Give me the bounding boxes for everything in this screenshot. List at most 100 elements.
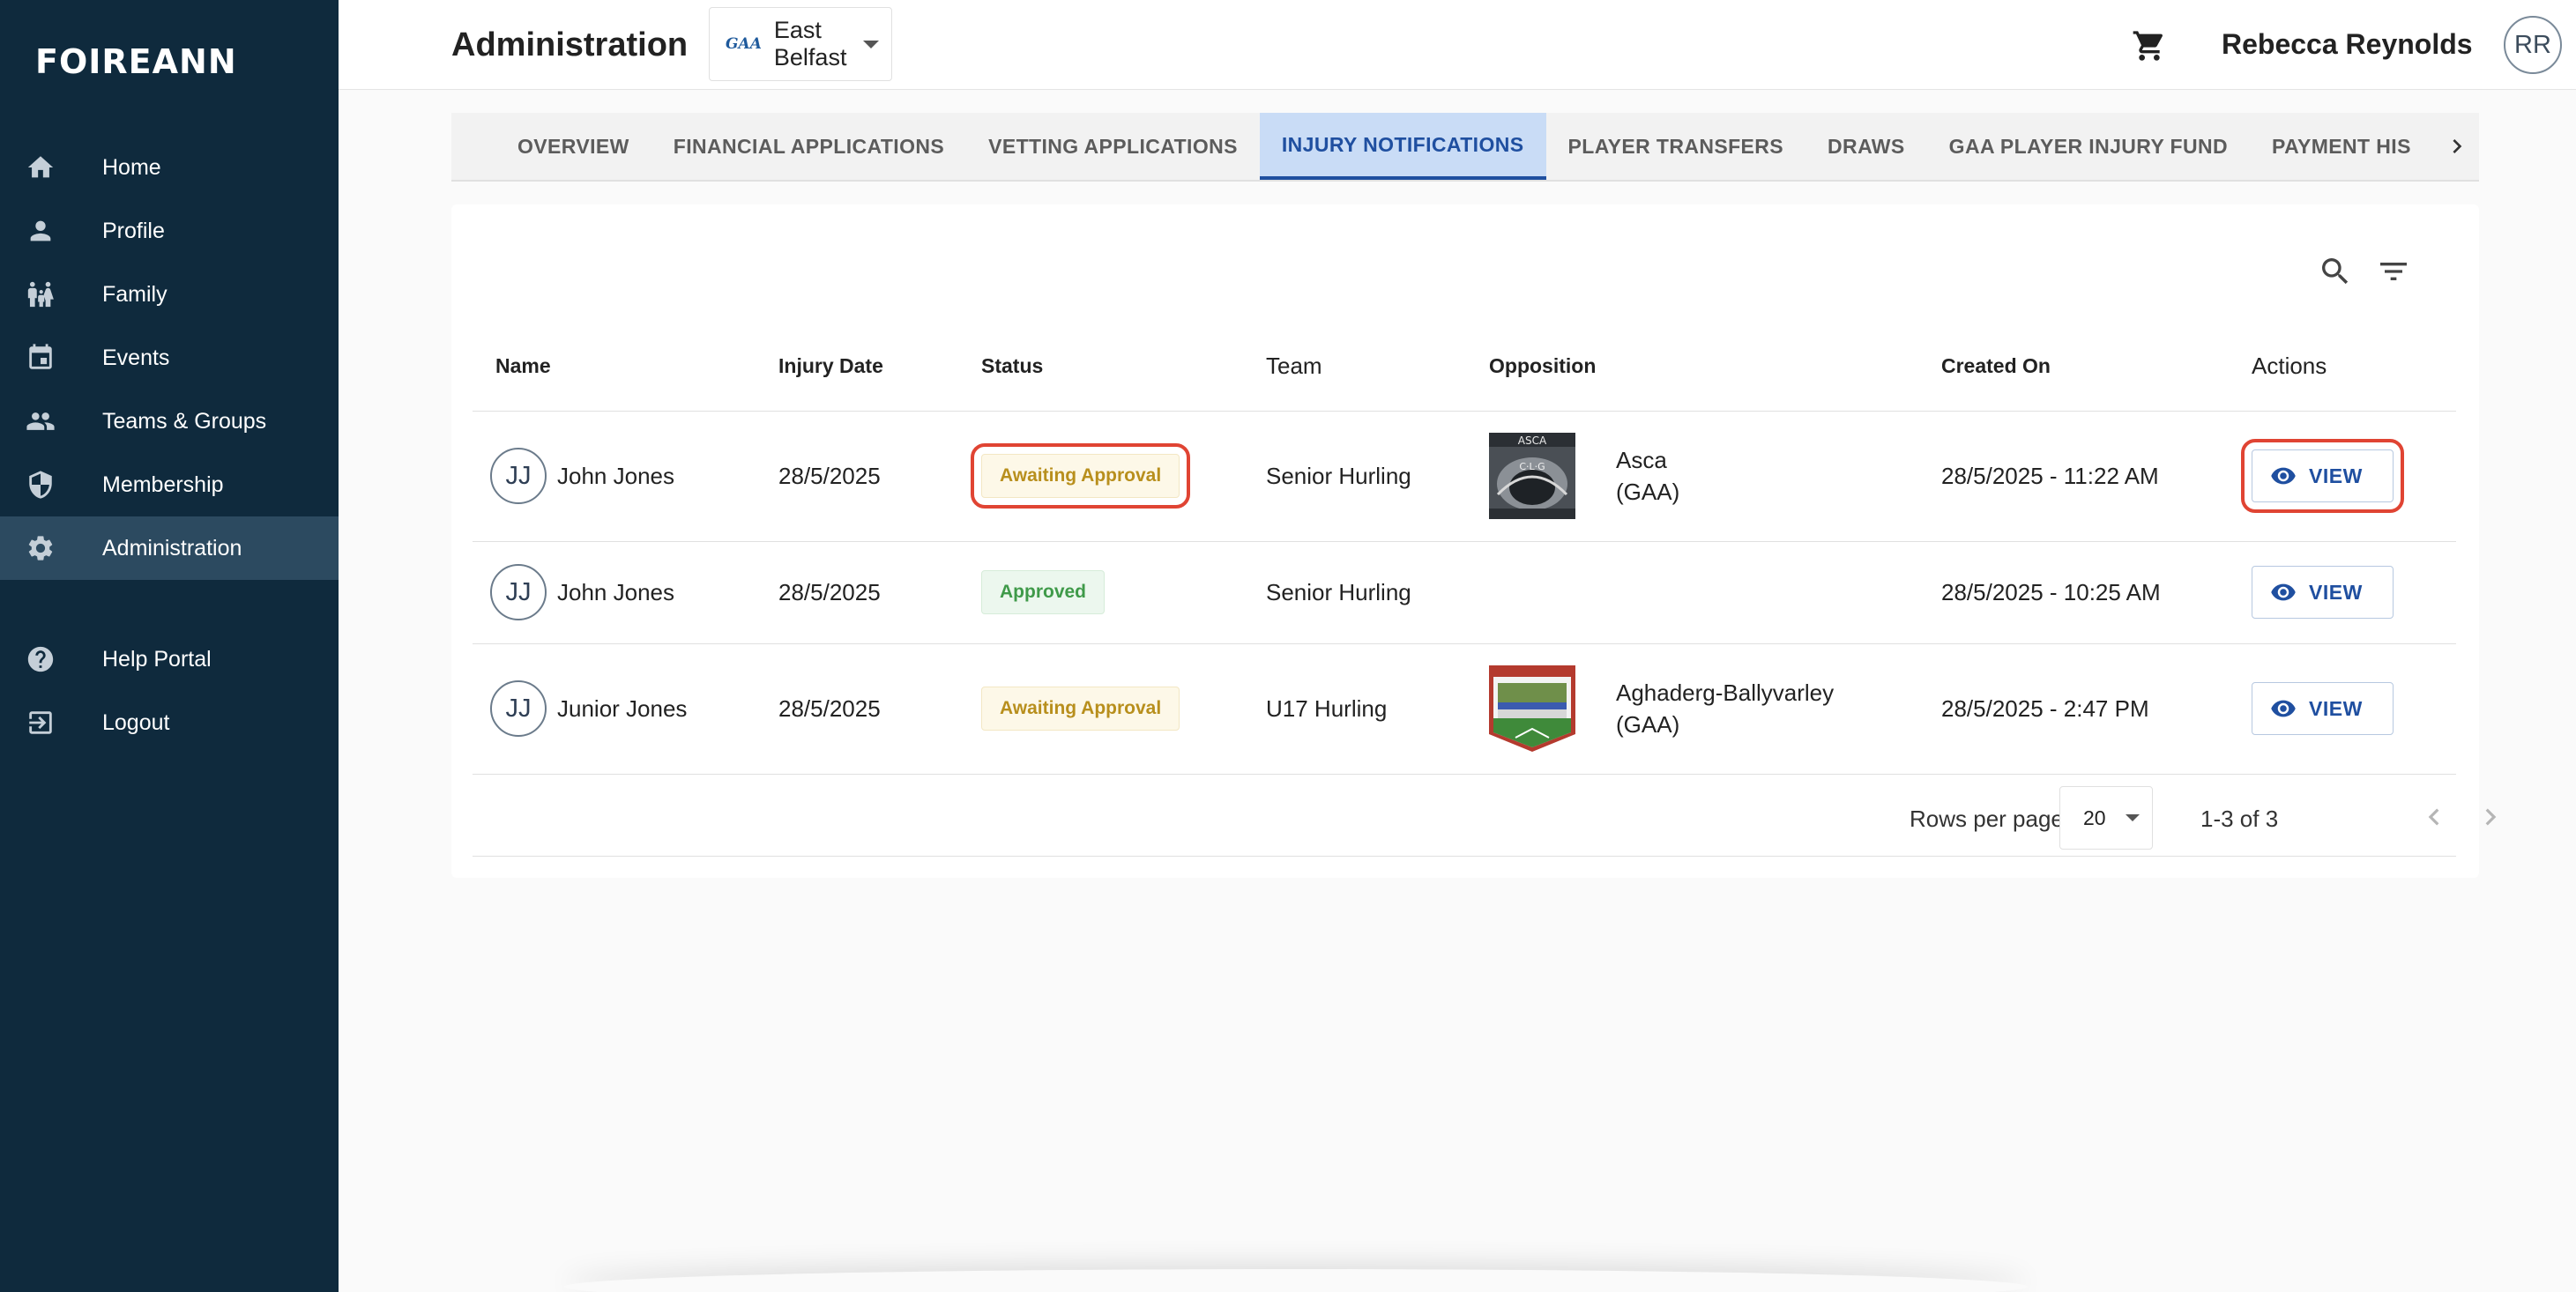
view-button[interactable]: VIEW: [2252, 682, 2394, 735]
actions-cell: VIEW: [2229, 541, 2456, 644]
opposition-name: Aghaderg-Ballyvarley (GAA): [1616, 677, 1834, 740]
shield-icon: [25, 469, 56, 501]
tab-payment-history[interactable]: PAYMENT HIS: [2250, 113, 2433, 180]
team: U17 Hurling: [1243, 643, 1466, 775]
player-name: John Jones: [557, 578, 674, 605]
tab-player-transfers[interactable]: PLAYER TRANSFERS: [1546, 113, 1806, 180]
help-icon: [25, 643, 56, 675]
opposition-club: Asca: [1616, 447, 1667, 473]
sidebar-item-profile[interactable]: Profile: [0, 199, 339, 263]
sidebar-item-family[interactable]: Family: [0, 263, 339, 326]
table-row: JJ John Jones 28/5/2025 Approved Senior …: [473, 541, 2456, 644]
search-icon[interactable]: [2318, 254, 2353, 289]
opposition-code: (GAA): [1616, 479, 1680, 505]
opposition-cell: [1466, 541, 1918, 644]
column-header-actions: Actions: [2229, 323, 2456, 412]
avatar: JJ: [490, 680, 547, 737]
tab-financial-applications[interactable]: FINANCIAL APPLICATIONS: [651, 113, 966, 180]
injury-date: 28/5/2025: [756, 541, 958, 644]
opposition-cell: ASCA C·L·G Asca (GAA): [1466, 411, 1918, 542]
chevron-right-icon: [2453, 139, 2462, 153]
aghaderg-crest-logo: [1489, 665, 1575, 752]
player-name: John Jones: [557, 462, 674, 489]
tab-gaa-player-injury-fund[interactable]: GAA PLAYER INJURY FUND: [1927, 113, 2250, 180]
bottom-shadow: [564, 1269, 2028, 1292]
column-header-name[interactable]: Name: [473, 323, 756, 412]
name-cell: JJ John Jones: [473, 541, 756, 644]
status-badge: Awaiting Approval: [981, 687, 1180, 731]
sidebar-item-label: Home: [102, 154, 161, 180]
name-cell: JJ John Jones: [473, 411, 756, 542]
sidebar-item-events[interactable]: Events: [0, 326, 339, 390]
sidebar-item-membership[interactable]: Membership: [0, 453, 339, 516]
column-header-created-on[interactable]: Created On: [1918, 323, 2229, 412]
player-name: Junior Jones: [557, 694, 688, 722]
sidebar-item-label: Teams & Groups: [102, 408, 267, 434]
avatar: JJ: [490, 448, 547, 504]
table-row: JJ Junior Jones 28/5/2025 Awaiting Appro…: [473, 643, 2456, 775]
view-button-label: VIEW: [2309, 696, 2363, 720]
chevron-down-icon: [863, 40, 879, 48]
view-button[interactable]: VIEW: [2241, 439, 2404, 513]
chevron-down-icon: [2126, 814, 2140, 821]
created-on: 28/5/2025 - 10:25 AM: [1918, 541, 2229, 644]
injury-date: 28/5/2025: [756, 411, 958, 542]
tab-overview[interactable]: OVERVIEW: [495, 113, 651, 180]
next-page-icon[interactable]: [2474, 800, 2507, 834]
column-header-opposition[interactable]: Opposition: [1466, 323, 1918, 412]
sidebar-divider: [0, 580, 339, 627]
svg-text:ASCA: ASCA: [1518, 434, 1547, 447]
tab-vetting-applications[interactable]: VETTING APPLICATIONS: [966, 113, 1260, 180]
sidebar-item-logout[interactable]: Logout: [0, 691, 339, 754]
status-badge: Awaiting Approval: [970, 443, 1191, 509]
injury-notifications-card: Name Injury Date Status Team Opposition …: [451, 204, 2497, 878]
created-on: 28/5/2025 - 2:47 PM: [1918, 643, 2229, 775]
sidebar-item-label: Administration: [102, 535, 242, 561]
avatar: JJ: [490, 564, 547, 620]
user-name[interactable]: Rebecca Reynolds: [2222, 28, 2473, 61]
created-on: 28/5/2025 - 11:22 AM: [1918, 411, 2229, 542]
column-header-injury-date[interactable]: Injury Date: [756, 323, 958, 412]
column-header-team: Team: [1243, 323, 1466, 412]
eye-icon: [2271, 700, 2296, 717]
view-button-label: VIEW: [2309, 464, 2363, 487]
page-title: Administration: [451, 26, 689, 63]
column-header-status[interactable]: Status: [958, 323, 1243, 412]
previous-page-icon[interactable]: [2417, 800, 2451, 834]
groups-icon: [25, 405, 56, 437]
club-selector[interactable]: GAA East Belfast: [709, 7, 892, 81]
calendar-icon: [25, 342, 56, 374]
rows-per-page-label: Rows per page:: [1910, 806, 2071, 832]
logout-icon: [25, 707, 56, 739]
rows-per-page-value: 20: [2083, 806, 2106, 829]
pagination-range: 1-3 of 3: [2200, 806, 2279, 832]
eye-icon: [2271, 583, 2296, 601]
tab-draws[interactable]: DRAWS: [1805, 113, 1927, 180]
home-icon: [25, 152, 56, 183]
sidebar-item-administration[interactable]: Administration: [0, 516, 339, 580]
table-row: JJ John Jones 28/5/2025 Awaiting Approva…: [473, 411, 2456, 542]
sidebar-item-label: Profile: [102, 218, 165, 243]
status-cell: Approved: [958, 541, 1243, 644]
asca-crest-logo: ASCA C·L·G: [1489, 433, 1575, 519]
rows-per-page-select[interactable]: 20: [2059, 786, 2153, 850]
sidebar-item-teams-groups[interactable]: Teams & Groups: [0, 390, 339, 453]
sidebar-item-label: Events: [102, 345, 170, 370]
top-bar: Administration GAA East Belfast Rebecca …: [339, 0, 2576, 90]
tab-injury-notifications[interactable]: INJURY NOTIFICATIONS: [1259, 113, 1546, 180]
app-logo[interactable]: FOIREANN: [35, 42, 237, 81]
view-button[interactable]: VIEW: [2252, 566, 2394, 619]
opposition-cell: Aghaderg-Ballyvarley (GAA): [1466, 643, 1918, 775]
sidebar-item-home[interactable]: Home: [0, 136, 339, 199]
sidebar-nav: Home Profile Family Events Teams & Group…: [0, 136, 339, 754]
cart-icon[interactable]: [2132, 28, 2167, 63]
sidebar-item-help-portal[interactable]: Help Portal: [0, 627, 339, 691]
tabs-scroll-right[interactable]: [2435, 113, 2479, 180]
avatar[interactable]: RR: [2504, 16, 2562, 74]
filter-icon[interactable]: [2376, 254, 2411, 289]
actions-cell: VIEW: [2229, 643, 2456, 775]
sidebar-item-label: Help Portal: [102, 646, 212, 672]
person-icon: [25, 215, 56, 247]
sidebar: FOIREANN Home Profile Family Events Team…: [0, 0, 339, 1292]
sidebar-item-label: Membership: [102, 472, 224, 497]
